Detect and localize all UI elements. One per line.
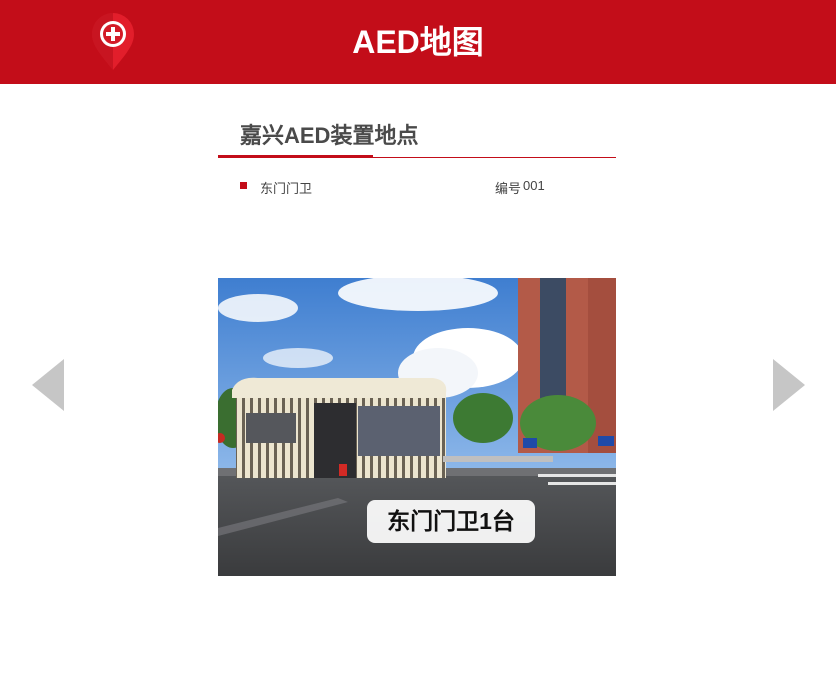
- triangle-right-icon[interactable]: [771, 357, 807, 413]
- location-name: 东门门卫: [260, 181, 313, 196]
- section-title: 嘉兴AED装置地点: [240, 123, 419, 148]
- aed-map-page: AED地图 嘉兴AED装置地点 东门门卫 编号 001 东门门卫1台: [0, 0, 836, 689]
- header-bar: AED地图: [0, 0, 836, 84]
- location-photo: 东门门卫1台: [218, 278, 616, 576]
- page-title: AED地图: [352, 24, 484, 60]
- location-number-label: 编号: [495, 181, 522, 196]
- triangle-left-icon[interactable]: [30, 357, 66, 413]
- location-row: 东门门卫 编号 001: [240, 178, 616, 196]
- bullet-marker: [240, 182, 247, 189]
- photo-caption: 东门门卫1台: [367, 500, 535, 543]
- location-number-value: 001: [523, 178, 545, 193]
- section-divider-accent: [218, 155, 373, 158]
